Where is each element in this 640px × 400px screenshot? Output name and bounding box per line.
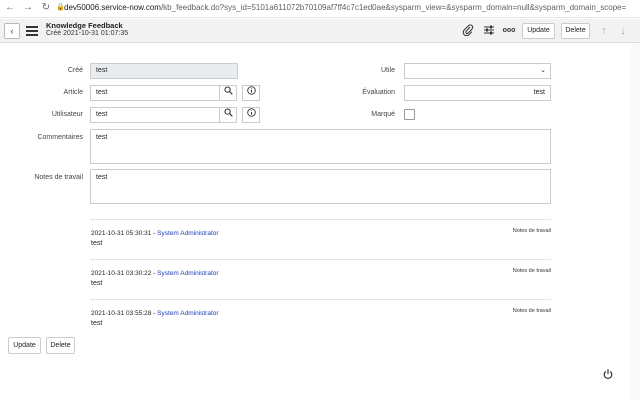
chevron-down-icon: ⌄ (540, 67, 546, 74)
search-icon (224, 86, 233, 95)
settings-sliders-icon[interactable] (482, 24, 496, 38)
activity-timestamp: 2021-10-31 03:30:22 (91, 270, 152, 277)
activity-timestamp: 2021-10-31 03:55:28 (91, 310, 152, 317)
article-lookup-button[interactable] (219, 85, 237, 101)
activity-text: test (91, 280, 103, 287)
activity-header: 2021-10-31 05:30:31 - System Administrat… (91, 230, 219, 237)
url-path: /kb_feedback.do?sys_id=5101a611072b70109… (160, 3, 627, 12)
arrow-up-icon[interactable]: ↑ (598, 24, 610, 38)
activity-user-link[interactable]: System Administrator (157, 230, 218, 237)
article-field[interactable]: test (90, 85, 220, 101)
utilisateur-label: Utilisateur (51, 111, 83, 118)
marque-checkbox[interactable] (404, 109, 415, 120)
activity-timestamp: 2021-10-31 05:30:31 (91, 230, 152, 237)
back-arrow-icon[interactable]: ← (4, 2, 16, 14)
activity-type-tag: Notes de travail (512, 228, 551, 234)
page-title: Knowledge Feedback (46, 21, 123, 30)
url-domain: dev50006.service-now.com (64, 3, 161, 12)
activity-text: test (91, 240, 103, 247)
article-label: Article (63, 89, 83, 96)
paperclip-icon[interactable] (461, 24, 475, 38)
activity-divider (90, 299, 551, 300)
power-icon[interactable] (601, 368, 615, 382)
utilisateur-field[interactable]: test (90, 107, 220, 123)
info-icon (246, 108, 256, 117)
activity-text: test (91, 320, 103, 327)
page-subtitle: Créé 2021-10-31 01:07:35 (46, 30, 129, 37)
activity-divider (90, 219, 551, 220)
activity-header: 2021-10-31 03:30:22 - System Administrat… (91, 270, 219, 277)
chevron-left-icon: ‹ (10, 26, 14, 36)
header-update-button[interactable]: Update (522, 23, 555, 39)
article-info-button[interactable] (242, 85, 260, 101)
utilisateur-info-button[interactable] (242, 107, 260, 123)
search-icon (224, 108, 233, 117)
reload-icon[interactable]: ↻ (40, 2, 52, 14)
cree-field: test (90, 63, 238, 79)
evaluation-field[interactable]: test (404, 85, 551, 101)
back-button[interactable]: ‹ (4, 23, 20, 39)
commentaires-textarea[interactable]: test (90, 129, 551, 164)
utile-label: Utile (380, 67, 395, 74)
utilisateur-lookup-button[interactable] (219, 107, 237, 123)
footer-delete-button[interactable]: Delete (46, 337, 75, 354)
marque-label: Marqué (371, 111, 395, 118)
info-icon (246, 86, 256, 95)
address-bar[interactable]: dev50006.service-now.com/kb_feedback.do?… (64, 3, 640, 12)
header-delete-button[interactable]: Delete (561, 23, 590, 39)
scrollbar[interactable] (631, 44, 640, 400)
footer-update-button[interactable]: Update (8, 337, 41, 354)
utile-select[interactable]: ⌄ (404, 63, 551, 79)
arrow-down-icon[interactable]: ↓ (617, 24, 629, 38)
activity-divider (90, 259, 551, 260)
forward-arrow-icon[interactable]: → (22, 2, 34, 14)
notes-label: Notes de travail (34, 174, 83, 181)
activity-type-tag: Notes de travail (512, 308, 551, 314)
commentaires-label: Commentaires (37, 134, 83, 141)
evaluation-label: Évaluation (362, 89, 395, 96)
hamburger-menu-icon[interactable] (26, 26, 38, 36)
activity-type-tag: Notes de travail (512, 268, 551, 274)
cree-label: Créé (67, 67, 83, 74)
lock-icon: 🔒 (56, 4, 65, 11)
notes-textarea[interactable]: test (90, 169, 551, 204)
activity-header: 2021-10-31 03:55:28 - System Administrat… (91, 310, 219, 317)
activity-user-link[interactable]: System Administrator (157, 270, 218, 277)
activity-user-link[interactable]: System Administrator (157, 310, 218, 317)
more-options-icon[interactable]: ooo (502, 24, 516, 38)
